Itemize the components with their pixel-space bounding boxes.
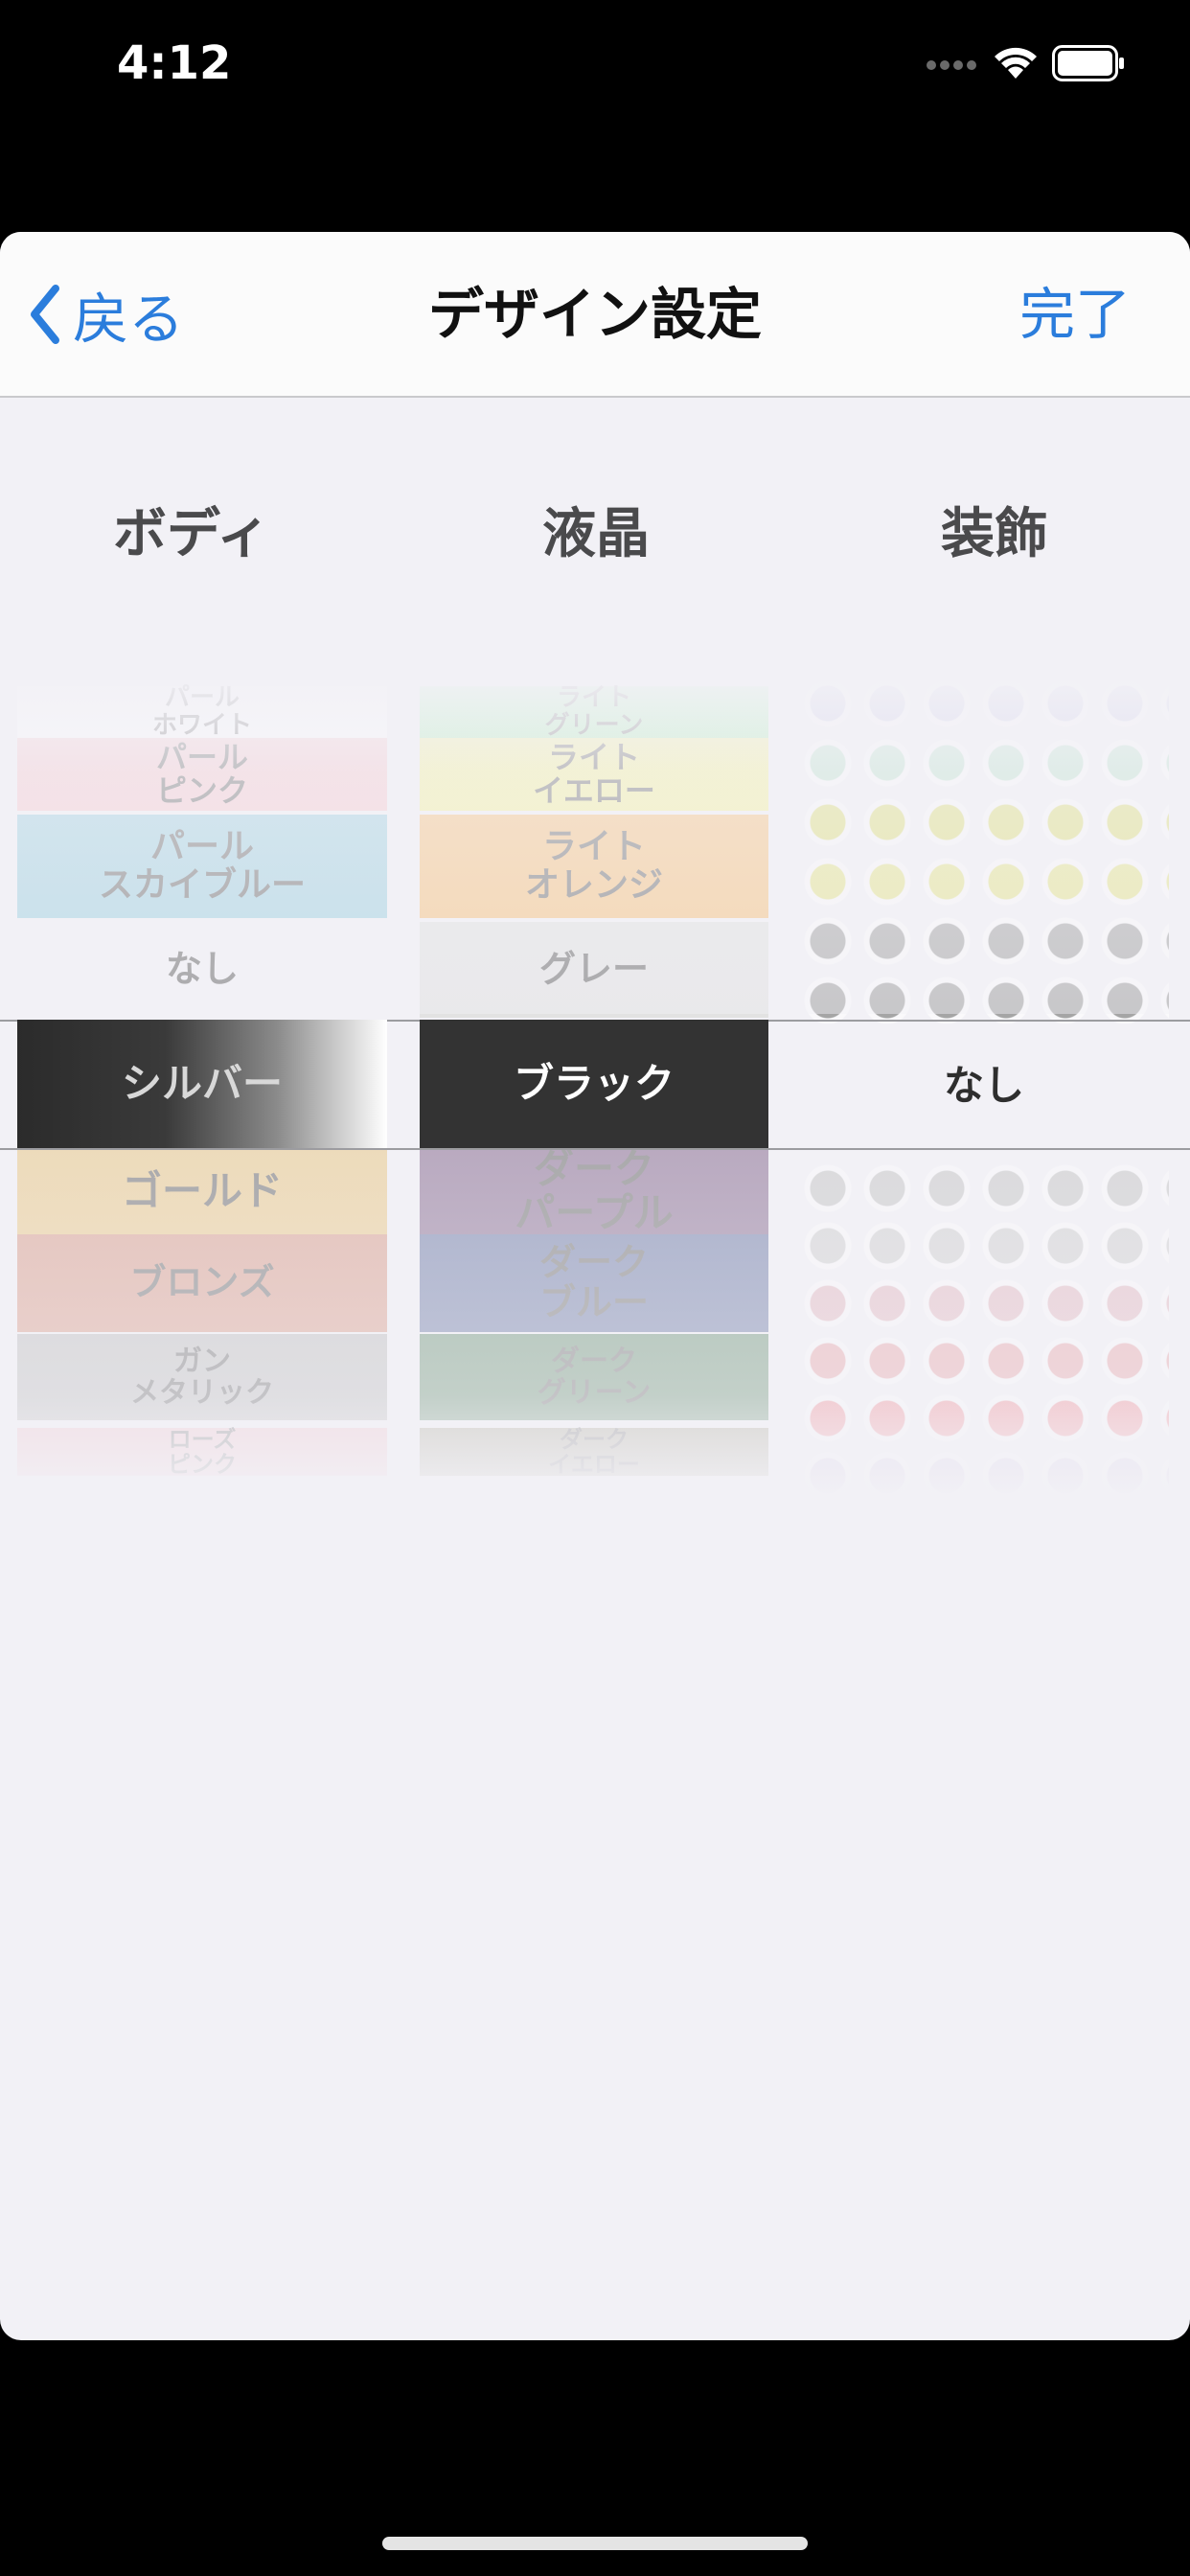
status-icons [926,45,1125,85]
cellular-signal-icon [926,57,979,75]
gem-pattern-row [799,1332,1169,1390]
picker-option-label: ライト グリーン [544,683,644,740]
picker-option-label: なし [165,948,239,991]
picker-option-selected[interactable]: なし [799,1024,1169,1148]
picker-option-label: ゴールド [121,1166,283,1214]
status-bar: 4:12 [0,0,1190,134]
picker-option-selected[interactable]: シルバー [17,1020,387,1148]
picker-option-label: ダーク ブルー [538,1241,649,1323]
picker-option[interactable]: ガン メタリック [17,1334,387,1420]
lcd-color-picker[interactable]: ライト グリーン ライト イエロー ライト オレンジ グレー ブラック ダーク パープルダ… [420,669,768,1503]
picker-option[interactable]: パール スカイブルー [17,815,387,918]
done-button[interactable]: 完了 [1019,276,1131,353]
picker-option[interactable]: ブロンズ [17,1234,387,1332]
gem-pattern-row [799,1275,1169,1332]
decoration-picker[interactable]: なし [799,669,1169,1503]
gem-pattern-row [799,794,1169,851]
picker-option-label: ダーク イエロー [548,1425,640,1478]
picker-option-label: グレー [538,948,649,991]
selection-bottom-line [0,1148,1190,1150]
home-indicator [382,2537,808,2550]
picker-option-label: ガン メタリック [130,1345,274,1410]
picker-option[interactable]: ライト イエロー [420,738,768,811]
lcd-column-header: 液晶 [542,503,650,565]
gem-pattern-row [799,912,1169,970]
picker-option-label: パール ホワイト [151,683,252,740]
picker-option[interactable]: パール ホワイト [17,683,387,740]
navigation-bar: 戻る デザイン設定 完了 [0,232,1190,398]
body-color-picker[interactable]: パール ホワイト パール ピンクパール スカイブルーなしシルバーゴールドブロンズガ… [17,669,387,1503]
gem-pattern-row [799,1390,1169,1447]
design-settings-sheet: 戻る デザイン設定 完了 ボディ 液晶 装飾 パール ホワイト パール ピンク パー… [0,232,1190,2340]
picker-option[interactable]: ライト グリーン [420,683,768,740]
picker-option[interactable]: グレー [420,922,768,1018]
picker-option[interactable]: ローズ ピンク [17,1425,387,1478]
picker-option-label: ダーク パープル [515,1144,674,1236]
battery-icon [1052,45,1125,85]
picker-option-label: シルバー [121,1059,283,1107]
gem-pattern-row [799,1160,1169,1217]
picker-option[interactable]: パール ピンク [17,738,387,811]
picker-option[interactable]: ライト オレンジ [420,815,768,918]
picker-option-label: ダーク グリーン [537,1345,652,1410]
picker-option-label: パール ピンク [155,738,248,809]
picker-option-label: ブロンズ [129,1261,275,1304]
gem-pattern-row [799,1217,1169,1275]
picker-option-label: パール スカイブルー [98,827,306,905]
picker-option-selected[interactable]: ブラック [420,1020,768,1148]
picker-option-label: ブラック [513,1059,675,1107]
picker-option-label: なし [943,1061,1024,1109]
status-time: 4:12 [117,36,232,90]
picker-option[interactable]: ダーク イエロー [420,1425,768,1478]
page-title: デザイン設定 [427,282,762,347]
picker-option[interactable]: ダーク ブルー [420,1234,768,1332]
picker-option-label: ライト イエロー [533,738,655,809]
picker-option[interactable]: なし [17,922,387,1018]
picker-option-label: ローズ ピンク [168,1425,237,1478]
picker-option[interactable]: ダーク パープル [420,1137,768,1246]
body-column-header: ボディ [112,503,271,565]
picker-option[interactable]: ダーク グリーン [420,1334,768,1420]
wifi-icon [993,46,1039,84]
gem-pattern-row [799,853,1169,910]
gem-pattern-row [799,1447,1169,1503]
decoration-column-header: 装飾 [941,503,1048,565]
gem-pattern-row [799,734,1169,792]
picker-option[interactable]: ゴールド [17,1137,387,1246]
gem-pattern-row [799,675,1169,732]
picker-option-label: ライト オレンジ [524,827,663,905]
